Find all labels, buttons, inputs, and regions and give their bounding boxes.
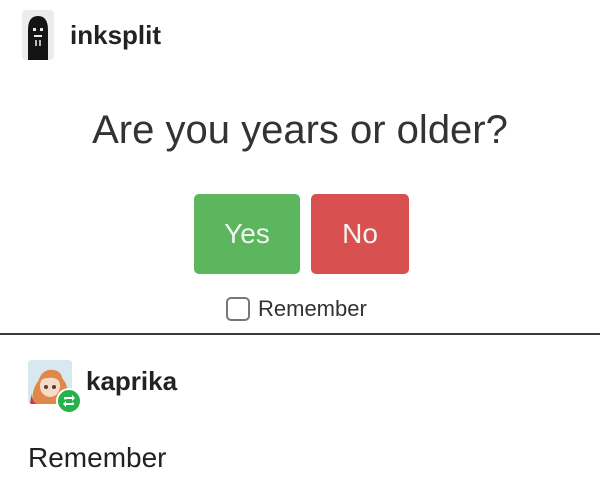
remember-checkbox[interactable]	[226, 297, 250, 321]
page: inksplit Are you years or older? Yes No …	[0, 0, 600, 503]
post-header-kaprika: kaprika	[28, 360, 177, 414]
avatar-inksplit[interactable]	[22, 10, 54, 60]
no-button[interactable]: No	[311, 194, 409, 274]
username-kaprika[interactable]: kaprika	[86, 366, 177, 397]
age-question: Are you years or older?	[92, 108, 508, 152]
hooded-figure-icon	[22, 10, 54, 60]
reply-text: Remember	[28, 442, 167, 473]
avatar-kaprika[interactable]	[28, 360, 82, 414]
remember-label: Remember	[258, 296, 367, 321]
post-header-inksplit: inksplit	[22, 10, 161, 60]
yes-button[interactable]: Yes	[194, 194, 300, 274]
username-inksplit[interactable]: inksplit	[70, 20, 161, 51]
reblog-icon	[56, 388, 82, 414]
post-divider	[0, 333, 600, 335]
remember-checkbox-row[interactable]: Remember	[226, 296, 367, 322]
